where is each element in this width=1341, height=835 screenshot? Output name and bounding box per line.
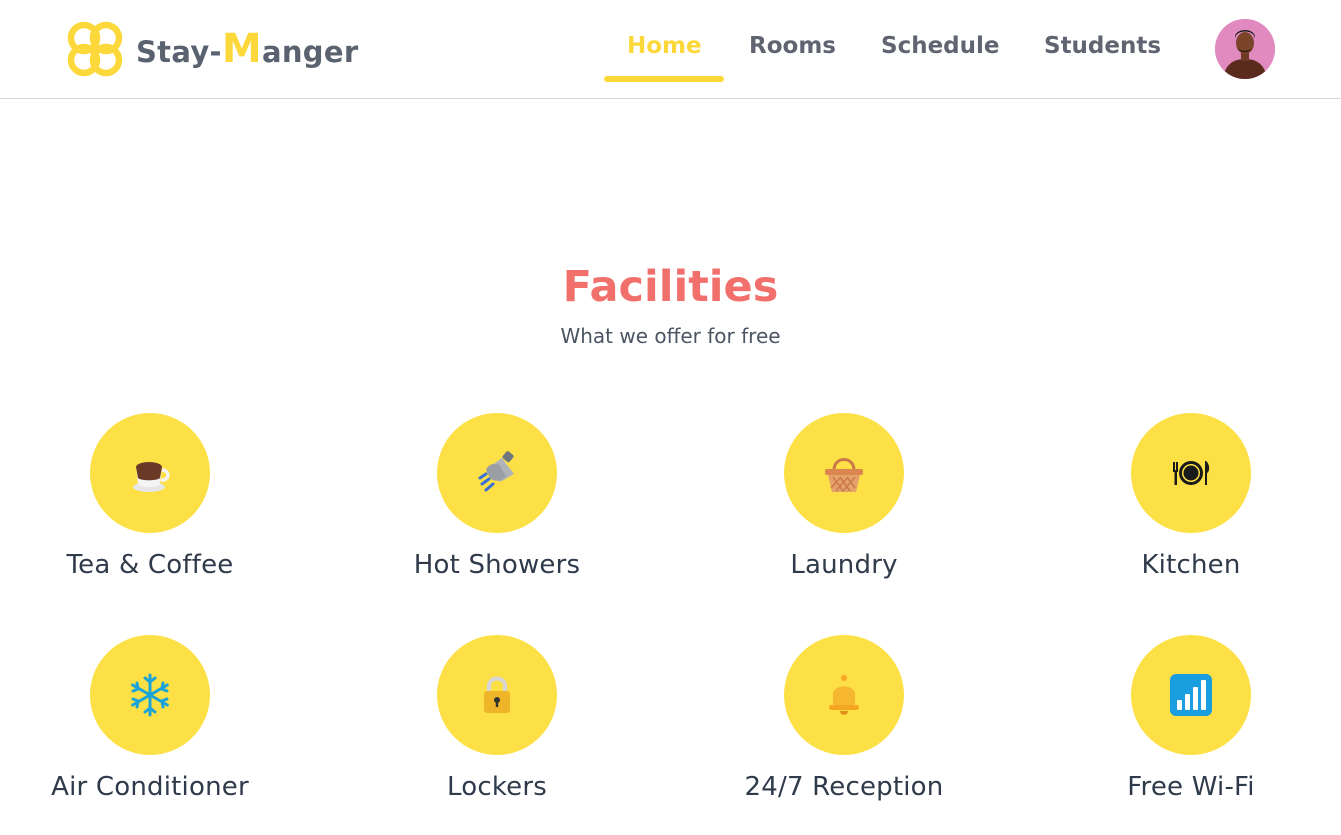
brand-logo[interactable]: Stay- Manger — [64, 18, 358, 80]
four-petal-logo-icon — [67, 21, 123, 77]
facility-card: 24/7 Reception — [714, 635, 974, 802]
facility-icon-circle — [90, 635, 210, 755]
facility-card: Kitchen — [1061, 413, 1321, 580]
facility-card: Air Conditioner — [20, 635, 280, 802]
top-navbar: Stay- Manger Home Rooms Schedule Students — [0, 0, 1341, 99]
facility-label: 24/7 Reception — [744, 772, 944, 802]
section-subtitle: What we offer for free — [560, 324, 781, 348]
nav-schedule[interactable]: Schedule — [881, 33, 1000, 59]
facility-icon-circle — [437, 635, 557, 755]
facility-label: Air Conditioner — [51, 772, 249, 802]
padlock-icon — [484, 676, 510, 713]
facility-icon-circle — [90, 413, 210, 533]
facility-label: Free Wi-Fi — [1127, 772, 1255, 802]
nav-rooms[interactable]: Rooms — [749, 33, 836, 59]
nav-home[interactable]: Home — [627, 33, 702, 59]
facility-icon-circle — [437, 413, 557, 533]
snowflake-icon — [131, 673, 169, 717]
active-nav-indicator — [604, 76, 724, 82]
section-title: Facilities — [562, 262, 779, 312]
facility-label: Lockers — [447, 772, 547, 802]
brand-initial: M — [221, 26, 262, 72]
facility-card: Tea & Coffee — [20, 413, 280, 580]
brand-name: Stay- Manger — [136, 29, 358, 69]
facility-icon-circle — [1131, 635, 1251, 755]
facility-label: Laundry — [790, 550, 898, 580]
plate-cutlery-icon — [1173, 461, 1210, 485]
signal-bars-icon — [1170, 674, 1212, 716]
facility-label: Tea & Coffee — [66, 550, 234, 580]
facility-label: Hot Showers — [413, 550, 581, 580]
facility-card: Hot Showers — [367, 413, 627, 580]
facility-icon-circle — [784, 413, 904, 533]
laundry-basket-icon — [825, 458, 863, 492]
facility-icon-circle — [784, 635, 904, 755]
coffee-cup-icon — [133, 462, 170, 492]
facility-card: Laundry — [714, 413, 974, 580]
shower-head-icon — [478, 451, 514, 492]
user-avatar[interactable] — [1215, 19, 1275, 79]
facility-label: Kitchen — [1141, 550, 1241, 580]
nav-students[interactable]: Students — [1044, 33, 1161, 59]
brand-suffix: anger — [261, 35, 359, 69]
facility-card: Lockers — [367, 635, 627, 802]
brand-prefix: Stay- — [136, 35, 222, 69]
facility-icon-circle — [1131, 413, 1251, 533]
reception-bell-icon — [829, 675, 859, 715]
facility-card: Free Wi-Fi — [1061, 635, 1321, 802]
person-silhouette-icon — [1215, 19, 1275, 79]
